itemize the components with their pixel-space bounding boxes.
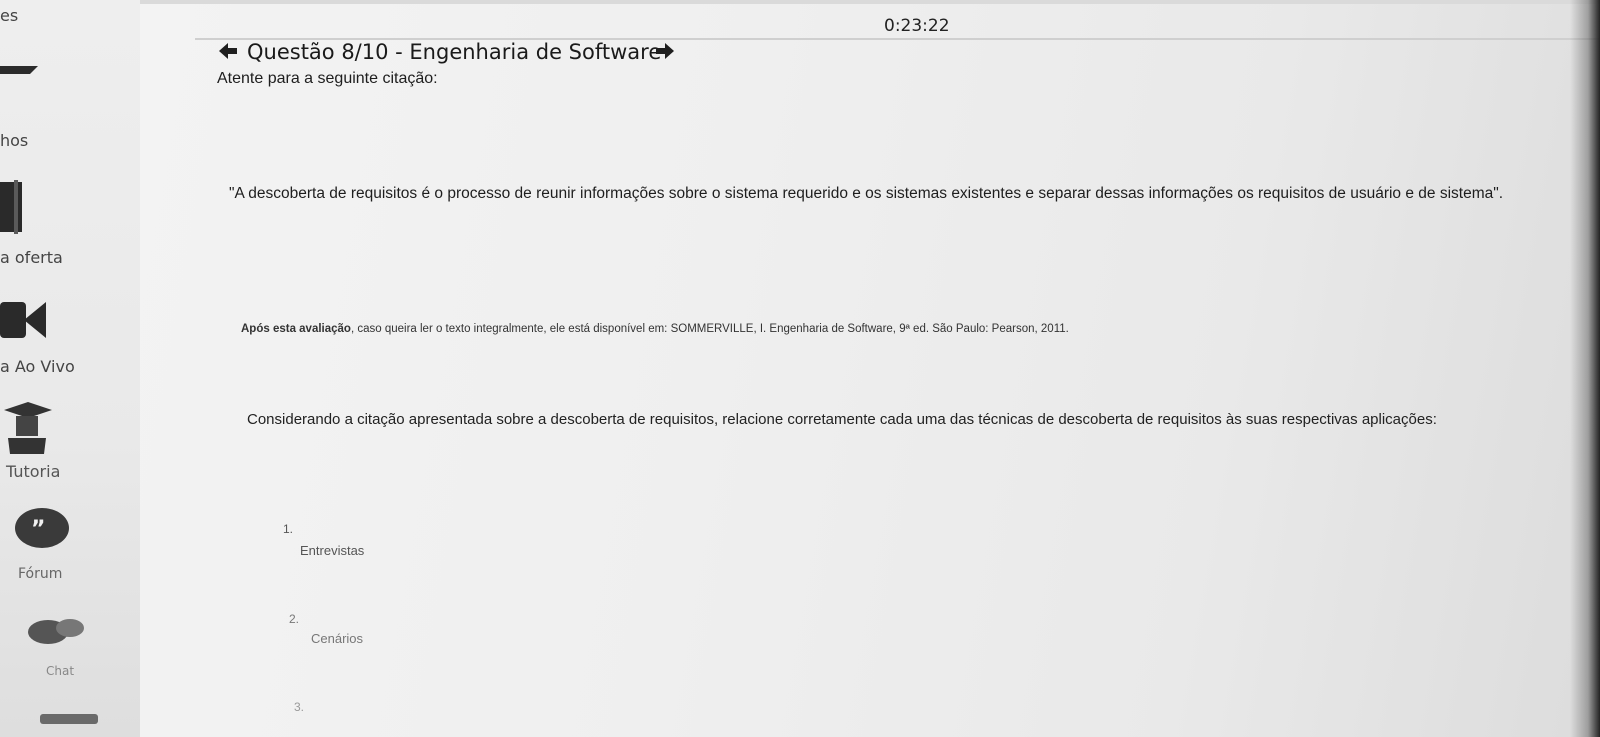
svg-text:”: ” <box>31 517 45 542</box>
sidebar-item-label[interactable]: Tutoria <box>6 462 60 481</box>
item-number: 2. <box>289 612 300 626</box>
source-text: , caso queira ler o texto integralmente,… <box>350 323 1069 335</box>
sidebar-next-icon[interactable] <box>40 714 98 724</box>
book-icon[interactable] <box>0 180 30 235</box>
question-quote: "A descoberta de requisitos é o processo… <box>229 185 1504 202</box>
quote-bubble-icon[interactable]: ” <box>14 506 70 550</box>
page-title: Questão 8/10 - Engenharia de Software <box>247 40 662 64</box>
sidebar-item-label[interactable]: a Ao Vivo <box>0 357 75 376</box>
video-camera-icon[interactable] <box>0 298 50 343</box>
sidebar-item-label[interactable]: Fórum <box>18 566 62 582</box>
top-border <box>0 0 1600 4</box>
sidebar: es hos a oferta a Ao Vivo Tutoria ” Fóru… <box>0 0 140 737</box>
graduation-cap-icon[interactable] <box>0 398 60 458</box>
quote-source: Após esta avaliação, caso queira ler o t… <box>241 323 1069 335</box>
question-intro: Atente para a seguinte citação: <box>217 70 438 87</box>
folder-icon[interactable] <box>0 64 40 84</box>
sidebar-item-label[interactable]: a oferta <box>0 248 63 267</box>
source-bold: Após esta avaliação <box>241 323 351 335</box>
sidebar-item-label[interactable]: es <box>0 6 18 25</box>
timer: 0:23:22 <box>884 16 950 36</box>
item-text: Cenários <box>311 631 364 646</box>
sidebar-item-label[interactable]: hos <box>0 131 28 150</box>
screen-edge <box>1570 0 1600 737</box>
arrow-left-icon[interactable] <box>217 40 239 62</box>
arrow-right-icon[interactable] <box>654 40 676 62</box>
item-number: 1. <box>283 522 294 536</box>
item-number: 3. <box>294 700 305 714</box>
sidebar-item-label[interactable]: Chat <box>46 664 74 678</box>
item-text: Entrevistas <box>300 543 365 558</box>
chat-bubbles-icon[interactable] <box>26 614 90 648</box>
question-instruction: Considerando a citação apresentada sobre… <box>247 411 1437 428</box>
